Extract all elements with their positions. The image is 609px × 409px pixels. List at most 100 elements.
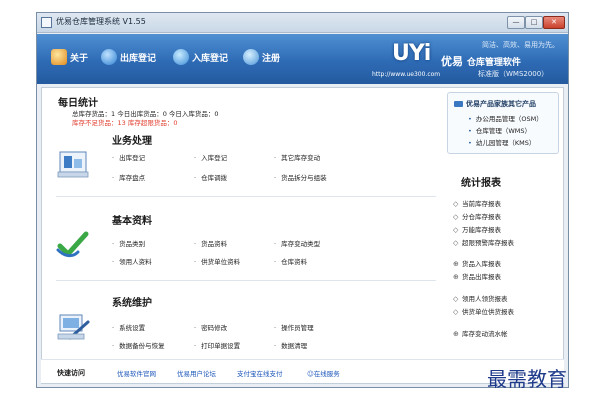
watermark: 最需教育 [487, 367, 567, 391]
online-service-label: 在线服务 [313, 370, 340, 378]
product-osm-link[interactable]: 办公用品管理（OSM） [468, 113, 543, 123]
circle-plus-icon: ⊕ [453, 273, 459, 281]
title-bar: 优易仓库管理系统 V1.55 — □ ✕ [37, 13, 568, 33]
menu-data-cleanup[interactable]: 数据清理 [274, 340, 307, 350]
outbound-label: 出库登记 [120, 53, 157, 64]
diamond-icon: ◇ [453, 213, 459, 221]
report-stock-ledger[interactable]: ⊕ 库存变动流水帐 [453, 328, 508, 338]
report-universal-stock[interactable]: ◇ 万能库存报表 [453, 224, 501, 234]
checkmark-icon [56, 231, 89, 258]
product-wms-link[interactable]: 仓库管理（WMS） [468, 125, 531, 135]
online-service-link[interactable]: ☺在线服务 [307, 368, 340, 378]
quick-access-label: 快速访问 [57, 369, 85, 377]
service-icon: ☺ [307, 370, 314, 378]
user-forum-link[interactable]: 优易用户论坛 [177, 368, 216, 378]
diamond-icon: ◇ [453, 239, 459, 247]
brand-name-sub: 仓库管理软件 [466, 58, 521, 68]
main-content: 每日统计 总库存货品：1 今日出库货品：0 今日入库货品：0 库存不足货品：13… [41, 87, 564, 384]
menu-stocktake[interactable]: 库存盘点 [112, 172, 145, 182]
basic-title: 基本资料 [112, 216, 152, 227]
diamond-icon: ◇ [453, 200, 459, 208]
circle-plus-icon: ⊕ [453, 260, 459, 268]
menu-operator-management[interactable]: 操作员管理 [274, 322, 314, 332]
menu-outbound[interactable]: 出库登记 [112, 152, 145, 162]
brand-name-main: 优易 [441, 55, 463, 68]
brand-name: 优易 仓库管理软件 [441, 53, 521, 69]
product-family-panel: 优易产品家族其它产品 办公用品管理（OSM） 仓库管理（WMS） 幼儿园管理（K… [447, 92, 559, 154]
report-recipient-usage[interactable]: ◇ 领用人领货报表 [453, 293, 508, 303]
report-label: 万能库存报表 [462, 226, 501, 234]
report-label: 分仓库存报表 [462, 213, 501, 221]
menu-inbound[interactable]: 入库登记 [194, 152, 227, 162]
circle-plus-icon: ⊕ [453, 330, 459, 338]
menu-recipient-info[interactable]: 领用人资料 [112, 256, 152, 266]
report-warehouse-stock[interactable]: ◇ 分仓库存报表 [453, 211, 501, 221]
divider [56, 196, 436, 197]
menu-other-stock-change[interactable]: 其它库存变动 [274, 152, 320, 162]
register-button[interactable]: 注册 [243, 48, 280, 66]
right-sidebar: 优易产品家族其它产品 办公用品管理（OSM） 仓库管理（WMS） 幼儿园管理（K… [447, 92, 559, 382]
menu-stock-change-type[interactable]: 库存变动类型 [274, 238, 320, 248]
menu-split-assemble[interactable]: 货品拆分与组装 [274, 172, 327, 182]
report-label: 超限预警库存报表 [462, 239, 514, 247]
menu-warehouse-info[interactable]: 仓库资料 [274, 256, 307, 266]
menu-supplier-info[interactable]: 供货单位资料 [194, 256, 240, 266]
quick-access-bar: 快速访问 优易软件官网 优易用户论坛 支付宝在线支付 ☺在线服务 [41, 359, 564, 383]
toolbar: 关于 出库登记 入库登记 注册 简洁、高效、易用为先。 UYi 优易 仓库管理软… [37, 34, 568, 84]
report-goods-inbound[interactable]: ⊕ 货品入库报表 [453, 258, 501, 268]
alipay-link[interactable]: 支付宝在线支付 [237, 368, 283, 378]
business-icon [57, 151, 89, 178]
home-icon [51, 49, 67, 65]
report-label: 库存变动流水帐 [462, 330, 508, 338]
diamond-icon: ◇ [453, 295, 459, 303]
about-button[interactable]: 关于 [51, 48, 88, 66]
about-label: 关于 [70, 53, 89, 64]
diamond-icon: ◇ [453, 226, 459, 234]
uyi-logo-icon: UYi [392, 41, 431, 66]
report-supplier-supply[interactable]: ◇ 供货单位供货报表 [453, 306, 514, 316]
official-site-link[interactable]: 优易软件官网 [117, 368, 156, 378]
system-title: 系统维护 [112, 298, 152, 309]
menu-goods-category[interactable]: 货品类别 [112, 238, 145, 248]
product-family-title: 优易产品家族其它产品 [454, 99, 536, 109]
product-tag-icon [454, 101, 463, 107]
inbound-label: 入库登记 [192, 53, 229, 64]
brand-slogan: 简洁、高效、易用为先。 [482, 41, 559, 49]
report-label: 当前库存报表 [462, 200, 501, 208]
inbound-icon [173, 49, 189, 65]
system-tools-icon [57, 314, 90, 340]
report-label: 领用人领货报表 [462, 295, 508, 303]
diamond-icon: ◇ [453, 308, 459, 316]
daily-warning: 库存不足货品：13 库存超限货品：0 [72, 119, 178, 127]
daily-stats: 每日统计 [58, 94, 98, 109]
product-kms-link[interactable]: 幼儿园管理（KMS） [468, 137, 536, 147]
outbound-icon [101, 49, 117, 65]
maximize-button[interactable]: □ [525, 16, 543, 29]
menu-change-password[interactable]: 密码修改 [194, 322, 227, 332]
app-icon [41, 17, 52, 28]
brand-url: http://www.ue300.com [372, 71, 441, 78]
report-overlimit-warning[interactable]: ◇ 超限预警库存报表 [453, 237, 514, 247]
report-goods-outbound[interactable]: ⊕ 货品出库报表 [453, 271, 501, 281]
inbound-button[interactable]: 入库登记 [173, 48, 228, 66]
report-label: 货品入库报表 [462, 260, 501, 268]
report-current-stock[interactable]: ◇ 当前库存报表 [453, 198, 501, 208]
close-button[interactable]: ✕ [543, 16, 565, 29]
menu-goods-info[interactable]: 货品资料 [194, 238, 227, 248]
menu-transfer[interactable]: 仓库调拨 [194, 172, 227, 182]
register-icon [243, 49, 259, 65]
register-label: 注册 [262, 53, 281, 64]
app-window: 优易仓库管理系统 V1.55 — □ ✕ 关于 出库登记 入库登记 注册 简洁、… [36, 12, 569, 388]
menu-backup-restore[interactable]: 数据备份与恢复 [112, 340, 165, 350]
menu-print-settings[interactable]: 打印单据设置 [194, 340, 240, 350]
outbound-button[interactable]: 出库登记 [101, 48, 156, 66]
reports-title: 统计报表 [461, 178, 501, 189]
product-family-title-text: 优易产品家族其它产品 [466, 100, 536, 108]
menu-system-settings[interactable]: 系统设置 [112, 322, 145, 332]
window-title: 优易仓库管理系统 V1.55 [56, 17, 146, 26]
brand-edition: 标准版（WMS2000） [478, 70, 549, 78]
report-label: 货品出库报表 [462, 273, 501, 281]
minimize-button[interactable]: — [507, 16, 525, 29]
daily-title: 每日统计 [58, 98, 98, 109]
business-title: 业务处理 [112, 136, 152, 147]
